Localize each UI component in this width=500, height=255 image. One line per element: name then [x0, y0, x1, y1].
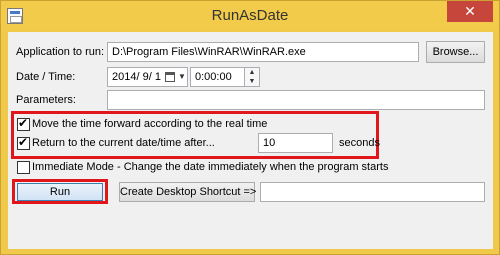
parameters-label: Parameters:: [16, 94, 76, 106]
time-input[interactable]: 0:00:00: [190, 67, 246, 87]
return-checkbox[interactable]: [17, 135, 30, 150]
time-spinner[interactable]: ▲ ▼: [244, 67, 260, 87]
return-label: Return to the current date/time after...: [32, 137, 215, 149]
date-time-label: Date / Time:: [16, 71, 76, 83]
date-picker[interactable]: 2014/ 9/ 1: [107, 67, 188, 87]
spin-down-icon[interactable]: ▼: [245, 77, 259, 86]
date-value: 2014/ 9/ 1: [112, 71, 161, 83]
window-title: RunAsDate: [211, 7, 289, 24]
return-seconds-input[interactable]: 10: [258, 133, 333, 153]
create-shortcut-button[interactable]: Create Desktop Shortcut =>: [119, 182, 256, 202]
spin-up-icon[interactable]: ▲: [245, 68, 259, 77]
move-forward-label: Move the time forward according to the r…: [32, 118, 268, 130]
shortcut-name-input[interactable]: [260, 182, 485, 202]
move-forward-checkbox[interactable]: [17, 116, 30, 131]
parameters-input[interactable]: [107, 90, 485, 110]
app-window: RunAsDate ✕ Application to run: D:\Progr…: [0, 0, 500, 255]
seconds-label: seconds: [339, 137, 380, 149]
title-bar[interactable]: RunAsDate ✕: [1, 1, 499, 31]
immediate-mode-checkbox[interactable]: [17, 161, 30, 174]
browse-button[interactable]: Browse...: [426, 41, 485, 63]
close-button[interactable]: ✕: [447, 1, 493, 22]
form-panel: Application to run: D:\Program Files\Win…: [8, 32, 493, 249]
immediate-mode-label: Immediate Mode - Change the date immedia…: [32, 161, 389, 173]
chevron-down-icon[interactable]: ▼: [178, 72, 186, 81]
calendar-icon[interactable]: [165, 72, 175, 82]
app-path-input[interactable]: D:\Program Files\WinRAR\WinRAR.exe: [107, 42, 419, 62]
run-button[interactable]: Run: [17, 183, 103, 201]
app-label: Application to run:: [16, 46, 105, 58]
